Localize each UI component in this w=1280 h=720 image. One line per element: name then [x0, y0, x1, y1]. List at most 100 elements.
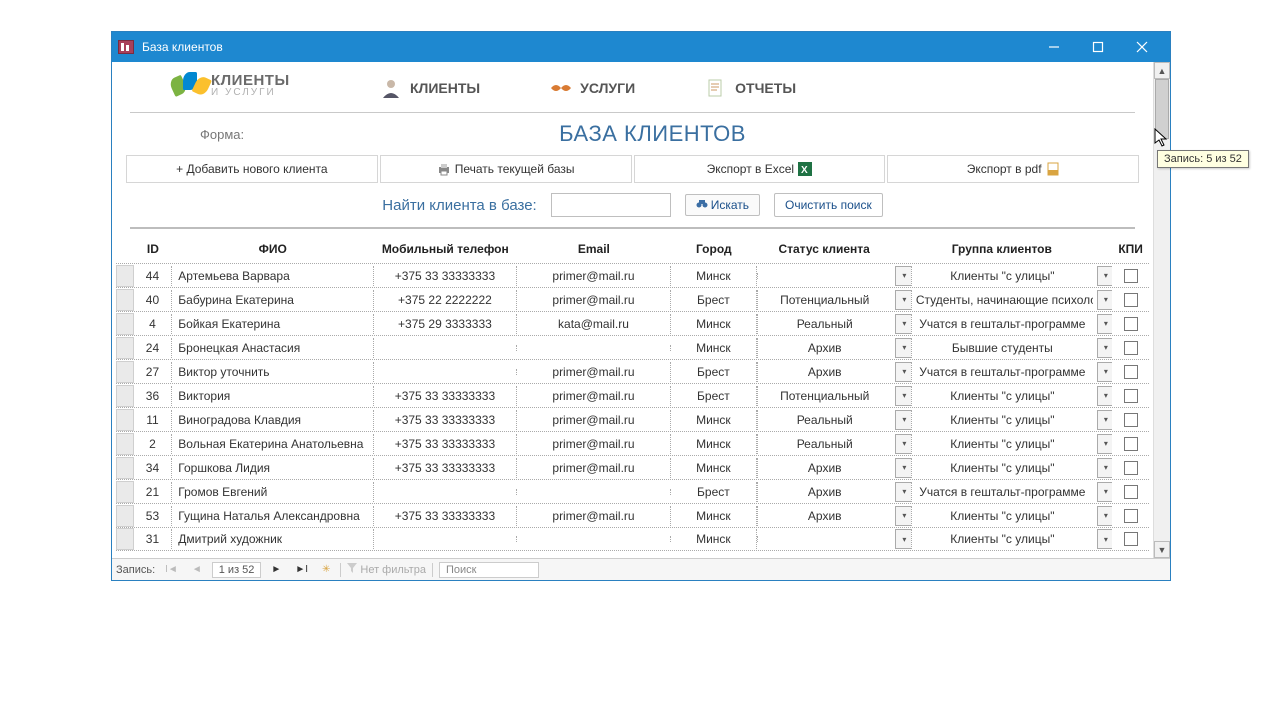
cell-phone[interactable]: +375 33 33333333 [374, 266, 518, 286]
row-selector[interactable] [116, 313, 134, 335]
cell-group[interactable]: Клиенты "с улицы" [911, 529, 1093, 549]
cell-id[interactable]: 53 [134, 506, 173, 526]
cell-status[interactable]: Архив [757, 362, 891, 382]
cell-phone[interactable]: +375 29 3333333 [374, 314, 518, 334]
table-row[interactable]: 2Вольная Екатерина Анатольевна+375 33 33… [116, 431, 1149, 455]
clear-search-button[interactable]: Очистить поиск [774, 193, 883, 217]
cell-email[interactable]: primer@mail.ru [517, 362, 670, 382]
group-dropdown-button[interactable]: ▾ [1097, 386, 1112, 406]
cell-id[interactable]: 2 [134, 434, 173, 454]
add-client-button[interactable]: + Добавить нового клиента [126, 155, 378, 183]
kpi-checkbox[interactable] [1124, 437, 1138, 451]
group-dropdown-button[interactable]: ▾ [1097, 362, 1112, 382]
status-dropdown-button[interactable]: ▾ [895, 290, 910, 310]
no-filter-indicator[interactable]: Нет фильтра [347, 563, 426, 576]
cell-id[interactable]: 27 [134, 362, 173, 382]
cell-phone[interactable]: +375 33 33333333 [374, 506, 518, 526]
cell-fio[interactable]: Бабурина Екатерина [172, 290, 373, 310]
cell-group[interactable]: Клиенты "с улицы" [911, 506, 1093, 526]
kpi-checkbox[interactable] [1124, 389, 1138, 403]
cell-phone[interactable]: +375 33 33333333 [374, 386, 518, 406]
cell-city[interactable]: Брест [671, 386, 757, 406]
cell-email[interactable] [517, 345, 670, 351]
cell-fio[interactable]: Виктория [172, 386, 373, 406]
kpi-checkbox[interactable] [1124, 293, 1138, 307]
cell-group[interactable]: Клиенты "с улицы" [911, 266, 1093, 286]
cell-status[interactable]: Архив [757, 458, 891, 478]
status-dropdown-button[interactable]: ▾ [895, 410, 910, 430]
cell-group[interactable]: Учатся в гештальт-программе [911, 314, 1093, 334]
cell-phone[interactable] [374, 345, 518, 351]
cell-city[interactable]: Минск [671, 410, 757, 430]
cell-status[interactable]: Реальный [757, 410, 891, 430]
status-dropdown-button[interactable]: ▾ [895, 338, 910, 358]
kpi-checkbox[interactable] [1124, 485, 1138, 499]
nav-services[interactable]: УСЛУГИ [550, 77, 635, 99]
cell-id[interactable]: 34 [134, 458, 173, 478]
col-kpi[interactable]: КПИ [1112, 239, 1149, 259]
status-dropdown-button[interactable]: ▾ [895, 266, 910, 286]
cell-fio[interactable]: Виктор уточнить [172, 362, 373, 382]
row-selector[interactable] [116, 457, 134, 479]
group-dropdown-button[interactable]: ▾ [1097, 434, 1112, 454]
nav-new-button[interactable]: ✳ [318, 564, 334, 575]
cell-fio[interactable]: Бойкая Екатерина [172, 314, 373, 334]
table-row[interactable]: 36Виктория+375 33 33333333primer@mail.ru… [116, 383, 1149, 407]
status-dropdown-button[interactable]: ▾ [895, 458, 910, 478]
table-row[interactable]: 40Бабурина Екатерина+375 22 2222222prime… [116, 287, 1149, 311]
kpi-checkbox[interactable] [1124, 532, 1138, 546]
row-selector[interactable] [116, 265, 134, 287]
cell-id[interactable]: 44 [134, 266, 173, 286]
cell-city[interactable]: Минск [671, 314, 757, 334]
nav-last-button[interactable]: ►I [291, 564, 312, 575]
row-selector[interactable] [116, 433, 134, 455]
cell-email[interactable] [517, 489, 670, 495]
cell-email[interactable] [517, 536, 670, 542]
row-selector[interactable] [116, 505, 134, 527]
group-dropdown-button[interactable]: ▾ [1097, 506, 1112, 526]
maximize-button[interactable] [1076, 32, 1120, 62]
cell-fio[interactable]: Горшкова Лидия [172, 458, 373, 478]
search-button[interactable]: Искать [685, 194, 760, 216]
cell-status[interactable]: Потенциальный [757, 290, 891, 310]
cell-group[interactable]: Студенты, начинающие психологи [911, 290, 1093, 310]
group-dropdown-button[interactable]: ▾ [1097, 266, 1112, 286]
cell-group[interactable]: Клиенты "с улицы" [911, 410, 1093, 430]
status-dropdown-button[interactable]: ▾ [895, 482, 910, 502]
cell-email[interactable]: kata@mail.ru [517, 314, 670, 334]
cell-email[interactable]: primer@mail.ru [517, 266, 670, 286]
cell-fio[interactable]: Дмитрий художник [172, 529, 373, 549]
cell-phone[interactable]: +375 33 33333333 [374, 458, 518, 478]
cell-group[interactable]: Клиенты "с улицы" [911, 458, 1093, 478]
cell-city[interactable]: Минск [671, 458, 757, 478]
status-dropdown-button[interactable]: ▾ [895, 362, 910, 382]
group-dropdown-button[interactable]: ▾ [1097, 482, 1112, 502]
table-row[interactable]: 21Громов ЕвгенийБрестАрхив▾Учатся в гешт… [116, 479, 1149, 503]
row-selector[interactable] [116, 528, 134, 550]
col-phone[interactable]: Мобильный телефон [373, 239, 517, 259]
col-city[interactable]: Город [671, 239, 757, 259]
cell-phone[interactable] [374, 369, 518, 375]
col-id[interactable]: ID [134, 239, 173, 259]
cell-id[interactable]: 36 [134, 386, 173, 406]
status-dropdown-button[interactable]: ▾ [895, 506, 910, 526]
cell-status[interactable]: Архив [757, 338, 891, 358]
cell-fio[interactable]: Бронецкая Анастасия [172, 338, 373, 358]
nav-reports[interactable]: ОТЧЕТЫ [705, 77, 796, 99]
table-row[interactable]: 31Дмитрий художникМинск▾Клиенты "с улицы… [116, 527, 1149, 551]
cell-email[interactable]: primer@mail.ru [517, 290, 670, 310]
cell-id[interactable]: 11 [134, 410, 173, 430]
cell-status[interactable] [757, 536, 891, 542]
statusbar-search-input[interactable]: Поиск [439, 562, 539, 578]
col-group[interactable]: Группа клиентов [911, 239, 1093, 259]
close-button[interactable] [1120, 32, 1164, 62]
cell-city[interactable]: Минск [671, 434, 757, 454]
table-row[interactable]: 53Гущина Наталья Александровна+375 33 33… [116, 503, 1149, 527]
kpi-checkbox[interactable] [1124, 365, 1138, 379]
cell-email[interactable]: primer@mail.ru [517, 458, 670, 478]
row-selector[interactable] [116, 361, 134, 383]
cell-fio[interactable]: Гущина Наталья Александровна [172, 506, 373, 526]
cell-group[interactable]: Клиенты "с улицы" [911, 386, 1093, 406]
cell-city[interactable]: Брест [671, 482, 757, 502]
table-row[interactable]: 24Бронецкая АнастасияМинскАрхив▾Бывшие с… [116, 335, 1149, 359]
